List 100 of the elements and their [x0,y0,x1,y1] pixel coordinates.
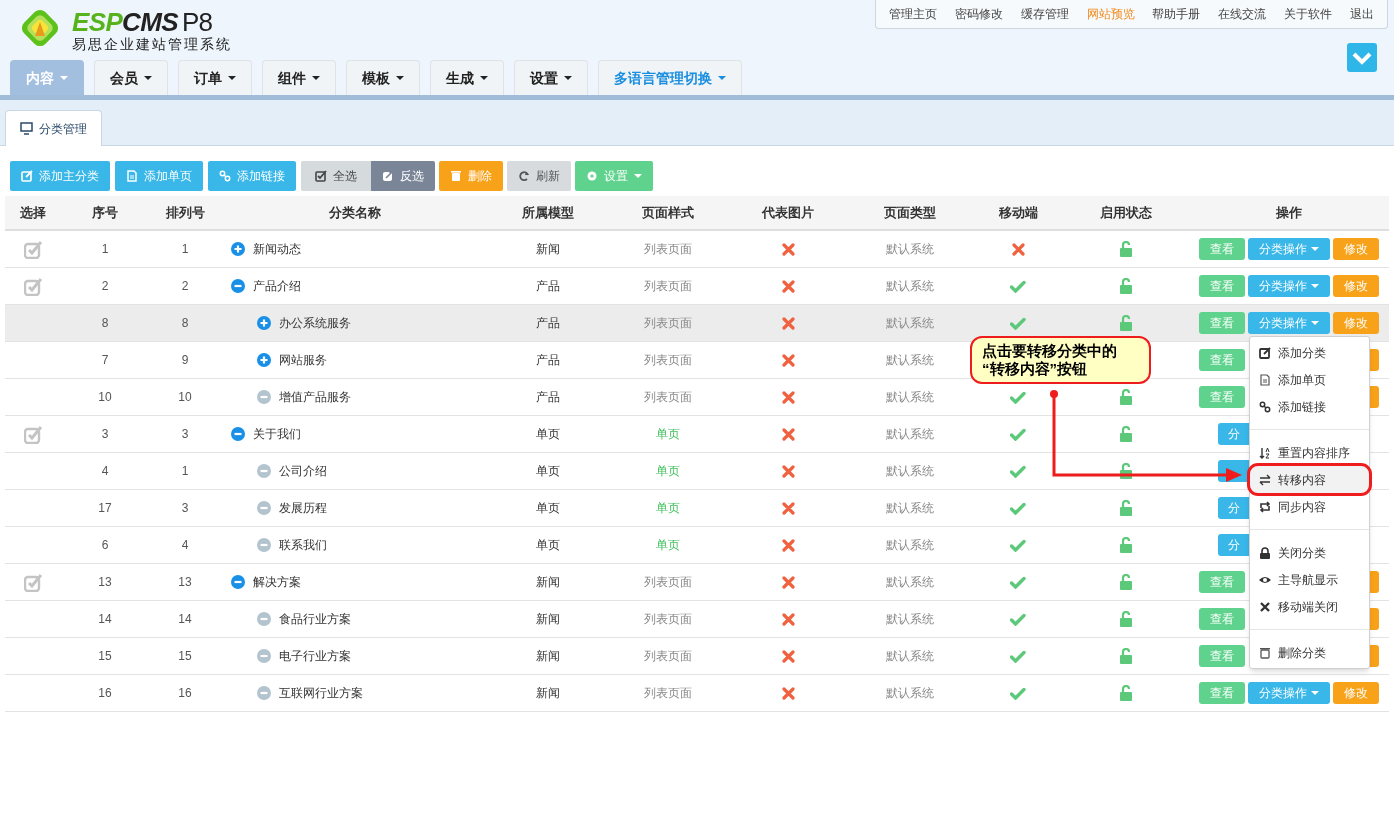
table-cell-text: 新闻 [536,611,560,628]
table-cell-text: 3 [181,500,189,517]
table-cell-text: 默认系统 [886,278,934,295]
category-name: 电子行业方案 [279,648,351,665]
sub-tab[interactable]: 分类管理 [5,110,102,146]
chevron-down-icon [1352,50,1372,65]
toolbar-button[interactable]: 反选 [371,161,435,191]
table-cell-text: 产品 [536,278,560,295]
table-cell-text: 默认系统 [886,389,934,406]
caret-icon [1311,284,1319,288]
menu-item[interactable]: 关闭分类 [1250,539,1369,566]
column-header: 页面类型 [884,203,936,222]
nav-tab[interactable]: 设置 [514,60,588,95]
expand-button[interactable] [1347,43,1377,72]
table-cell-text: 1 [181,463,189,480]
nav-tab[interactable]: 组件 [262,60,336,95]
table-cell-text: 16 [98,685,112,702]
nav-tab[interactable]: 模板 [346,60,420,95]
table-cell-text: 17 [98,500,112,517]
table-cell-text: 新闻 [536,241,560,258]
column-header: 移动端 [998,203,1038,222]
table-cell-text: 2 [181,278,189,295]
menu-item[interactable]: 转移内容 [1250,466,1369,493]
menu-item[interactable]: 移动端关闭 [1250,593,1369,620]
table-cell-text: 16 [178,685,192,702]
category-name: 产品介绍 [253,278,301,295]
caret-icon [480,76,488,80]
table-cell-text: 默认系统 [886,574,934,591]
table-cell-text: 8 [181,315,189,332]
table-cell-text: 默认系统 [886,648,934,665]
trash-icon [1259,646,1271,659]
table-cell-text: 4 [181,537,189,554]
table-cell-text: 产品 [536,352,560,369]
link-icon [219,170,231,182]
menu-item[interactable]: 主导航显示 [1250,566,1369,593]
table-cell-text: 9 [181,352,189,369]
table-cell-text: 默认系统 [886,500,934,517]
table-cell-text: 单页 [536,463,560,480]
column-header: 选择 [20,203,46,222]
table-cell-text: 列表页面 [644,241,692,258]
table-cell-text: 15 [98,648,112,665]
top-link[interactable]: 在线交流 [1218,5,1267,23]
toolbar-button[interactable]: 全选 [301,161,371,191]
column-header: 分类名称 [329,203,381,222]
menu-item[interactable]: 同步内容 [1250,493,1369,520]
toolbar-button[interactable]: 刷新 [507,161,571,191]
table-cell-text: 10 [98,389,112,406]
nav-tab[interactable]: 会员 [94,60,168,95]
category-name: 联系我们 [279,537,327,554]
top-link[interactable]: 管理主页 [888,5,937,23]
caret-icon [396,76,404,80]
table-cell-text: 列表页面 [644,685,692,702]
swap-arrows-icon [1259,473,1271,486]
sort-icon [1259,446,1271,459]
menu-item[interactable]: 添加单页 [1250,366,1369,393]
menu-item[interactable]: 添加链接 [1250,393,1369,420]
table-cell-text: 默认系统 [886,352,934,369]
document-icon [1259,373,1271,386]
table-cell-text: 产品 [536,389,560,406]
gear-icon [586,170,598,182]
top-link[interactable]: 退出 [1350,5,1375,23]
table-cell-text: 单页 [656,463,680,480]
category-name: 新闻动态 [253,241,301,258]
logo-text: ESPCMS P8 [72,8,214,36]
link-icon [1259,400,1271,413]
column-header: 所属模型 [522,203,574,222]
check-square-icon [315,170,327,182]
table-cell-text: 10 [178,389,192,406]
nav-tab[interactable]: 订单 [178,60,252,95]
menu-item[interactable]: 重置内容排序 [1250,439,1369,466]
table-cell-text: 单页 [656,500,680,517]
sync-icon [1259,500,1271,513]
top-link[interactable]: 缓存管理 [1020,5,1069,23]
nav-tab[interactable]: 生成 [430,60,504,95]
table-cell-text: 13 [178,574,192,591]
table-cell-text: 单页 [656,426,680,443]
nav-tab[interactable]: 多语言管理切换 [598,60,742,95]
logo-subtitle: 易思企业建站管理系统 [72,36,232,52]
table-cell-text: 列表页面 [644,574,692,591]
top-link[interactable]: 帮助手册 [1152,5,1201,23]
top-link[interactable]: 密码修改 [954,5,1003,23]
table-cell-text: 列表页面 [644,648,692,665]
table-cell-text: 2 [101,278,109,295]
top-link[interactable]: 关于软件 [1284,5,1333,23]
menu-item[interactable]: 删除分类 [1250,639,1369,666]
table-cell-text: 3 [181,426,189,443]
menu-item[interactable]: 添加分类 [1250,339,1369,366]
table-cell-text: 3 [101,426,109,443]
table-cell-text: 单页 [536,500,560,517]
column-header: 排列号 [165,203,205,222]
table-cell-text: 默认系统 [886,426,934,443]
table-cell-text: 列表页面 [644,278,692,295]
column-header: 启用状态 [1100,203,1152,222]
table-cell-text: 默认系统 [886,685,934,702]
table-cell-text: 新闻 [536,648,560,665]
caret-icon [1311,247,1319,251]
edit-icon [21,170,33,182]
table-cell-text: 列表页面 [644,352,692,369]
table-cell-text: 7 [101,352,109,369]
table-cell-text: 单页 [656,537,680,554]
